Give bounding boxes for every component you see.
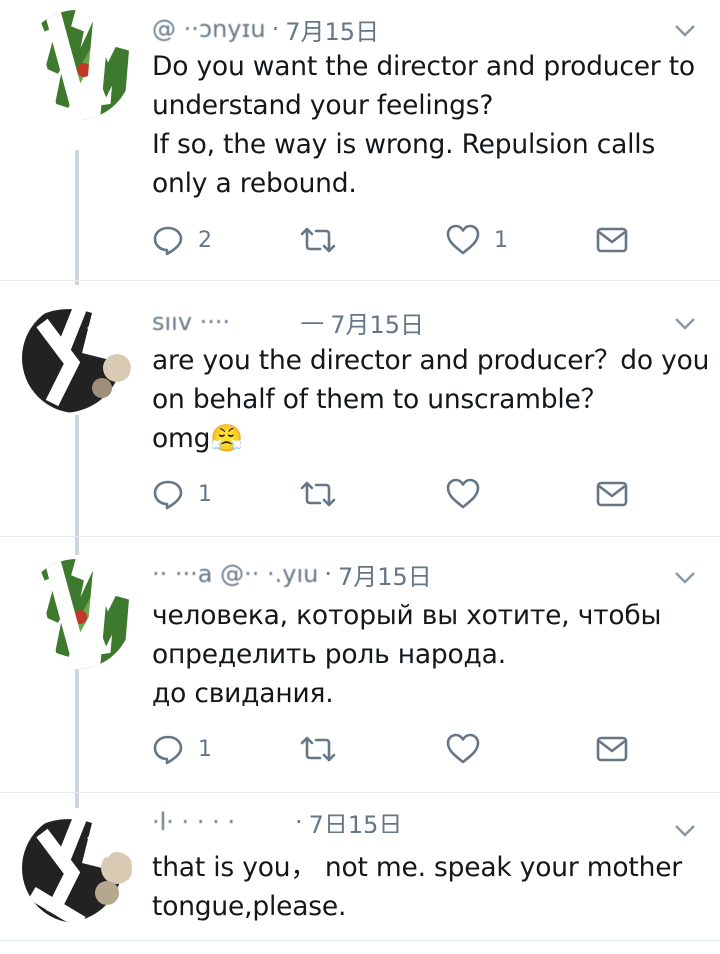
like-button[interactable] bbox=[446, 476, 480, 512]
tweet-text: that is you， not me. speak your mother t… bbox=[152, 852, 682, 922]
dm-button[interactable] bbox=[596, 476, 628, 512]
avatar[interactable] bbox=[22, 559, 132, 669]
user-handle[interactable]: ·l· · · · · bbox=[152, 811, 235, 833]
heart-icon bbox=[446, 224, 480, 255]
tweet-header: @ ··ɔnyɪu · 7月15日 bbox=[152, 14, 379, 44]
retweet-icon bbox=[300, 736, 336, 762]
reply-button[interactable]: 1 bbox=[152, 476, 212, 512]
user-handle[interactable]: ·· ···a @·· ·.yıu bbox=[152, 560, 318, 588]
tweet-date[interactable]: 7月15日 bbox=[285, 14, 379, 45]
tweet[interactable]: ·· ···a @·· ·.yıu · 7月15日 человека, кото… bbox=[0, 537, 720, 792]
chevron-down-icon[interactable] bbox=[674, 24, 696, 38]
tweet-text: are you the director and producer？do you… bbox=[152, 345, 710, 454]
reply-count: 1 bbox=[198, 481, 212, 507]
tweet[interactable]: sııv ···· — 7月15日 are you the director a… bbox=[0, 281, 720, 536]
like-button[interactable]: 1 bbox=[446, 222, 508, 258]
reply-count: 2 bbox=[198, 227, 212, 253]
tweet-header: sııv ···· — 7月15日 bbox=[152, 307, 424, 337]
avatar[interactable] bbox=[22, 813, 132, 923]
user-handle[interactable]: @ ··ɔnyɪu bbox=[152, 15, 266, 43]
retweet-button[interactable] bbox=[300, 222, 336, 258]
envelope-icon bbox=[596, 481, 628, 507]
reply-button[interactable]: 1 bbox=[152, 731, 212, 767]
dm-button[interactable] bbox=[596, 731, 628, 767]
separator-dot: · bbox=[271, 15, 280, 43]
envelope-icon bbox=[596, 736, 628, 762]
envelope-icon bbox=[596, 227, 628, 253]
chevron-down-icon[interactable] bbox=[674, 571, 696, 585]
tweet-text: Do you want the director and producer to… bbox=[152, 51, 695, 199]
dm-button[interactable] bbox=[596, 222, 628, 258]
retweet-button[interactable] bbox=[300, 476, 336, 512]
tweet-header: ·· ···a @·· ·.yıu · 7月15日 bbox=[152, 559, 432, 589]
separator-dot: · bbox=[324, 560, 332, 588]
tweet-text: человека, который вы хотите, чтобы опред… bbox=[152, 600, 662, 709]
tweet-actions: 1 bbox=[152, 476, 632, 512]
separator-dot: · bbox=[294, 811, 303, 833]
tweet-actions: 1 bbox=[152, 731, 632, 767]
tweet-header: ·l· · · · · · 7日15日 bbox=[152, 811, 402, 833]
avatar[interactable] bbox=[22, 10, 132, 120]
reply-icon bbox=[153, 226, 183, 256]
tweet-date[interactable]: 7月15日 bbox=[330, 307, 424, 338]
like-count: 1 bbox=[494, 227, 508, 253]
separator-dot: — bbox=[300, 308, 325, 336]
user-handle[interactable]: sııv ···· bbox=[152, 308, 230, 336]
avatar[interactable] bbox=[22, 303, 132, 413]
reply-icon bbox=[153, 735, 183, 765]
retweet-icon bbox=[300, 481, 336, 507]
like-button[interactable] bbox=[446, 731, 480, 767]
retweet-icon bbox=[300, 227, 336, 253]
chevron-down-icon[interactable] bbox=[674, 317, 696, 331]
tweet-divider bbox=[0, 940, 720, 941]
heart-icon bbox=[446, 478, 480, 509]
chevron-down-icon[interactable] bbox=[674, 824, 696, 838]
tweet-date[interactable]: 7日15日 bbox=[309, 811, 403, 833]
heart-icon bbox=[446, 733, 480, 764]
tweet[interactable]: ·l· · · · · · 7日15日 that is you， not me.… bbox=[0, 793, 720, 943]
reply-button[interactable]: 2 bbox=[152, 222, 212, 258]
tweet-actions: 2 1 bbox=[152, 222, 632, 258]
reply-count: 1 bbox=[198, 736, 212, 762]
tweet-date[interactable]: 7月15日 bbox=[338, 559, 432, 590]
reply-icon bbox=[153, 480, 183, 510]
retweet-button[interactable] bbox=[300, 731, 336, 767]
tweet[interactable]: @ ··ɔnyɪu · 7月15日 Do you want the direct… bbox=[0, 0, 720, 280]
